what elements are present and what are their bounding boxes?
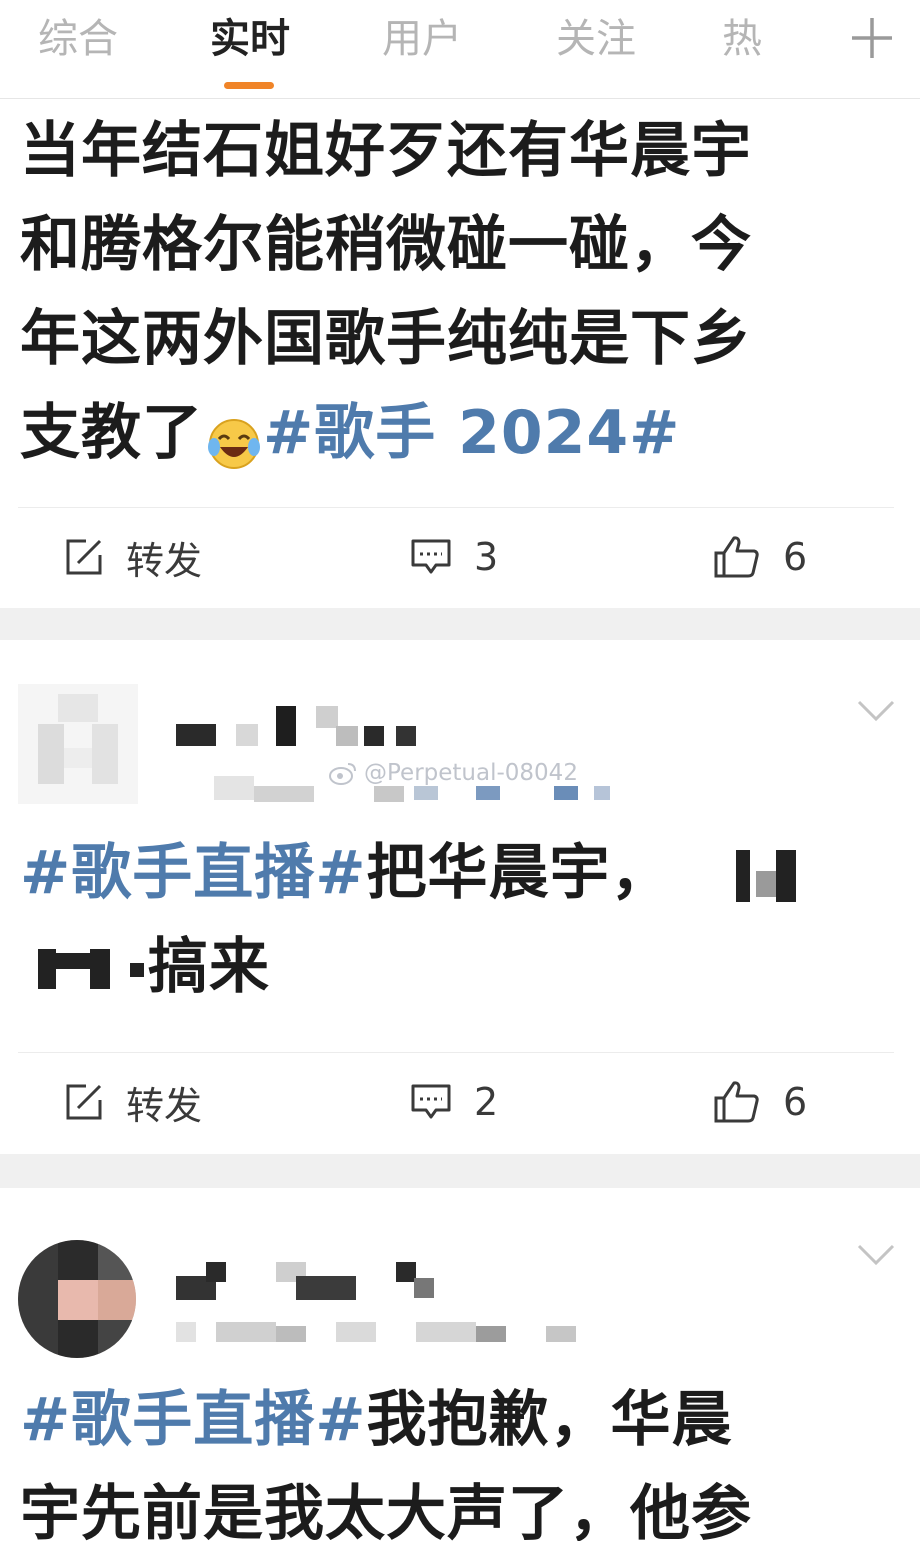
tab-comprehensive[interactable]: 综合	[30, 14, 126, 64]
post-2-line: 搞来	[20, 920, 900, 1014]
post-2-username-pixelated[interactable]	[176, 706, 416, 756]
comment-button[interactable]: 3	[410, 522, 498, 592]
post-2-avatar[interactable]	[18, 684, 138, 804]
post-1-line: 支教了 #歌手 2024#	[20, 386, 900, 480]
redacted-block	[735, 850, 750, 903]
post-1-hashtag[interactable]: #歌手 2024#	[263, 398, 680, 468]
post-2-text: 把华晨宇，	[366, 838, 672, 908]
repost-button[interactable]: 转发	[64, 1067, 202, 1137]
post-3-line: #歌手直播#我抱歉，华晨	[20, 1373, 900, 1467]
repost-label: 转发	[126, 538, 203, 583]
post-1-line: 和腾格尔能稍微碰一碰，今	[20, 210, 752, 280]
redacted-block	[38, 949, 56, 989]
feed-separator	[0, 1154, 920, 1188]
post-1-line-text: 支教了	[20, 398, 203, 468]
comment-icon	[411, 1084, 451, 1119]
watermark-text: @Perpetual-08042	[364, 760, 578, 786]
tab-overflow-fade	[770, 0, 840, 96]
comment-button[interactable]: 2	[410, 1067, 498, 1137]
repost-label: 转发	[126, 1083, 203, 1128]
post-1-line: 当年结石姐好歹还有华晨宇	[20, 116, 752, 186]
repost-button[interactable]: 转发	[64, 522, 202, 592]
repost-icon	[66, 1084, 102, 1120]
post-3-meta-pixelated	[176, 1322, 596, 1346]
chevron-down-icon[interactable]	[856, 1242, 896, 1268]
chevron-down-icon[interactable]	[856, 698, 896, 724]
post-2-line: #歌手直播#把华晨宇，	[20, 826, 900, 920]
feed-separator	[0, 608, 920, 640]
thumbs-up-icon	[714, 536, 759, 578]
like-button[interactable]: 6	[713, 1067, 807, 1137]
like-count: 6	[783, 1080, 808, 1124]
post-1-line: 年这两外国歌手纯纯是下乡	[20, 304, 752, 374]
post-3-line: 宇先前是我太大声了，他参	[20, 1479, 752, 1541]
post-3-avatar[interactable]	[18, 1240, 136, 1358]
watermark: @Perpetual-08042	[328, 760, 578, 786]
tab-following[interactable]: 关注	[548, 14, 644, 64]
post-2-divider	[18, 1052, 894, 1053]
post-1-divider	[18, 507, 894, 508]
post-2-text-end: 搞来	[148, 932, 270, 1002]
weibo-logo-icon	[329, 763, 356, 785]
post-3-username-pixelated[interactable]	[176, 1262, 436, 1302]
post-3-body: #歌手直播#我抱歉，华晨 宇先前是我太大声了，他参	[20, 1373, 900, 1541]
post-1-action-bar: 转发 3 6	[0, 522, 920, 592]
post-2-hashtag[interactable]: #歌手直播#	[20, 838, 367, 908]
redacted-block	[755, 871, 776, 897]
like-button[interactable]: 6	[713, 522, 807, 592]
comment-count: 3	[474, 535, 499, 579]
comment-icon	[411, 539, 451, 574]
laughing-crying-emoji-icon	[207, 404, 261, 470]
tab-users[interactable]: 用户	[374, 14, 470, 64]
post-1-body: 当年结石姐好歹还有华晨宇 和腾格尔能稍微碰一碰，今 年这两外国歌手纯纯是下乡 支…	[20, 104, 900, 480]
top-tab-bar: 综合 实时 用户 关注 热门	[0, 0, 920, 99]
repost-icon	[66, 539, 102, 575]
redacted-block	[90, 949, 110, 989]
active-tab-indicator	[224, 82, 274, 89]
post-3-text: 我抱歉，华晨	[366, 1385, 733, 1455]
plus-icon[interactable]	[846, 12, 898, 64]
like-count: 6	[783, 535, 808, 579]
post-3-hashtag[interactable]: #歌手直播#	[20, 1385, 367, 1455]
comment-count: 2	[474, 1080, 499, 1124]
post-2-action-bar: 转发 2 6	[0, 1067, 920, 1137]
post-2-body: #歌手直播#把华晨宇， 搞来	[20, 826, 900, 1014]
redacted-block	[775, 850, 796, 903]
tab-realtime[interactable]: 实时	[202, 14, 298, 64]
thumbs-up-icon	[714, 1081, 759, 1123]
redacted-block	[130, 963, 144, 978]
